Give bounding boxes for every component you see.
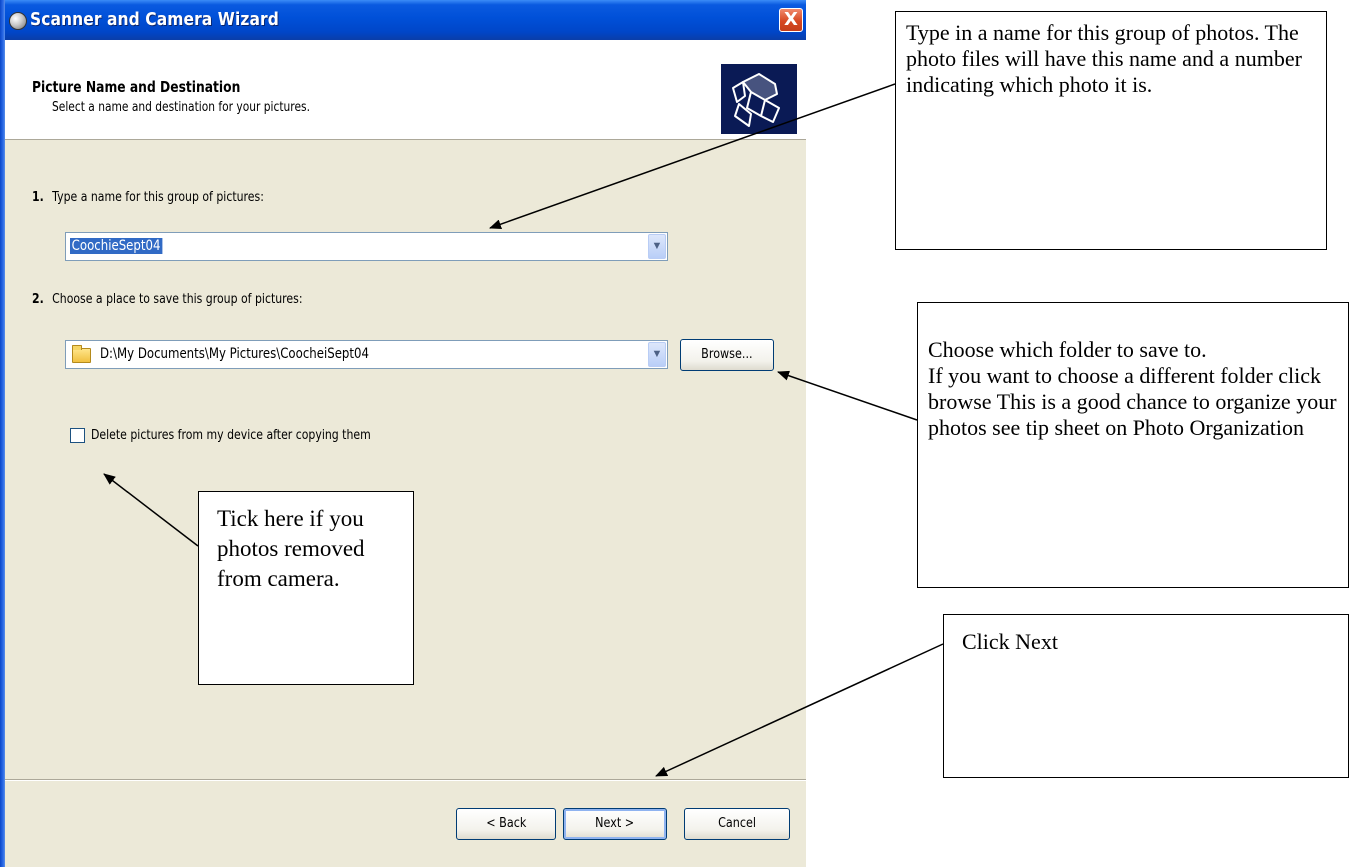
arrow-to-checkbox (103, 473, 199, 547)
arrow-to-next (655, 643, 944, 777)
arrow-to-browse (777, 370, 918, 421)
arrow-to-name-field (489, 83, 896, 230)
callout-arrows (103, 83, 944, 777)
